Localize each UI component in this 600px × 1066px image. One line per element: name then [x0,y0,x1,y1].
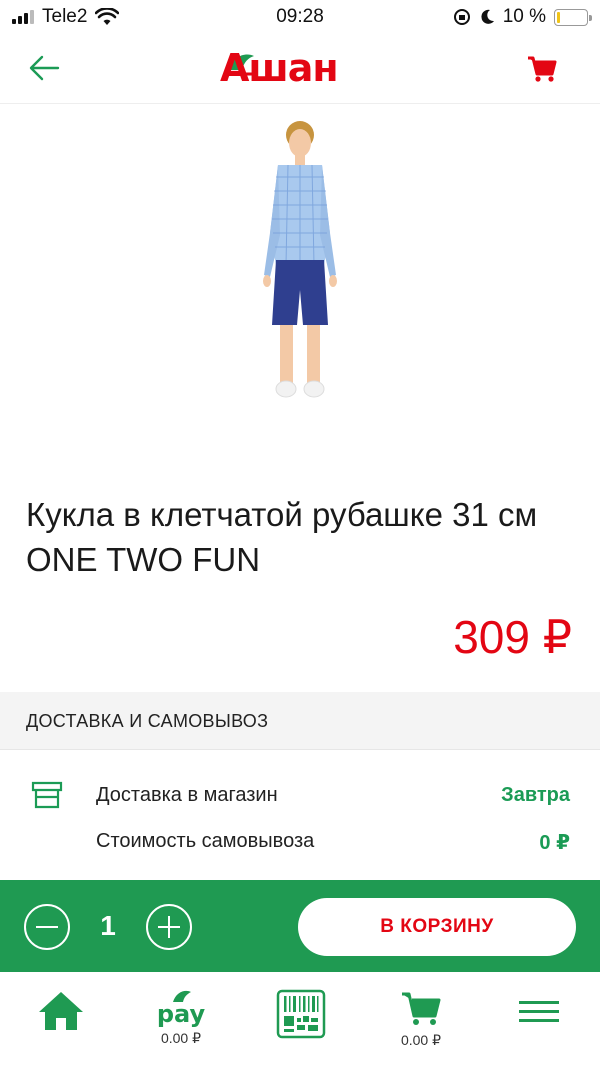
delivery-row-pickup-cost: Стоимость самовывоза 0 ₽ [0,822,600,862]
add-to-cart-button[interactable]: В КОРЗИНУ [298,898,576,956]
delivery-row-store: Доставка в магазин Завтра [0,776,600,816]
cart-icon [402,992,441,1025]
status-bar: Tele2 09:28 10 % [0,0,600,34]
app-header: Ашан [0,34,600,104]
purchase-bar: 1 В КОРЗИНУ [0,880,600,972]
menu-icon [519,1001,559,1022]
nav-menu[interactable] [494,988,584,1060]
delivery-section-title: ДОСТАВКА И САМОВЫВОЗ [26,711,269,731]
delivery-label: Доставка в магазин [96,784,278,806]
delivery-section-header: ДОСТАВКА И САМОВЫВОЗ [0,692,600,750]
logo-text: Ашан [220,46,339,90]
product-image [263,121,337,398]
nav-cart[interactable]: 0.00 ₽ [376,988,466,1060]
battery-percent: 10 % [502,6,546,27]
product-price: 309 ₽ [453,611,572,663]
auchan-logo: Ашан [220,42,380,92]
delivery-value: Завтра [501,784,570,806]
pickup-cost-value: 0 ₽ [539,832,570,854]
cart-icon[interactable] [524,50,560,86]
decrease-quantity-button[interactable] [24,904,70,950]
nav-pay[interactable]: pay 0.00 ₽ [136,988,226,1060]
nav-home[interactable] [16,988,106,1060]
home-icon [39,992,83,1030]
pay-amount: 0.00 ₽ [160,1030,202,1046]
store-icon [31,781,63,809]
back-arrow-icon[interactable] [24,48,64,88]
barcode-qr-icon [276,989,326,1039]
battery-icon [554,8,592,26]
moon-icon [481,9,494,24]
pay-label: pay [156,1000,206,1028]
cart-amount: 0.00 ₽ [400,1032,442,1048]
pickup-cost-label: Стоимость самовывоза [96,830,315,852]
increase-quantity-button[interactable] [146,904,192,950]
bottom-navigation: pay 0.00 ₽ 0.00 ₽ [0,972,600,1066]
status-right: 10 % [453,6,592,28]
quantity-value: 1 [100,910,116,941]
product-title: Кукла в клетчатой рубашке 31 см ONE TWO … [26,496,538,578]
rotation-lock-icon [453,9,470,25]
nav-scanner[interactable] [256,988,346,1060]
